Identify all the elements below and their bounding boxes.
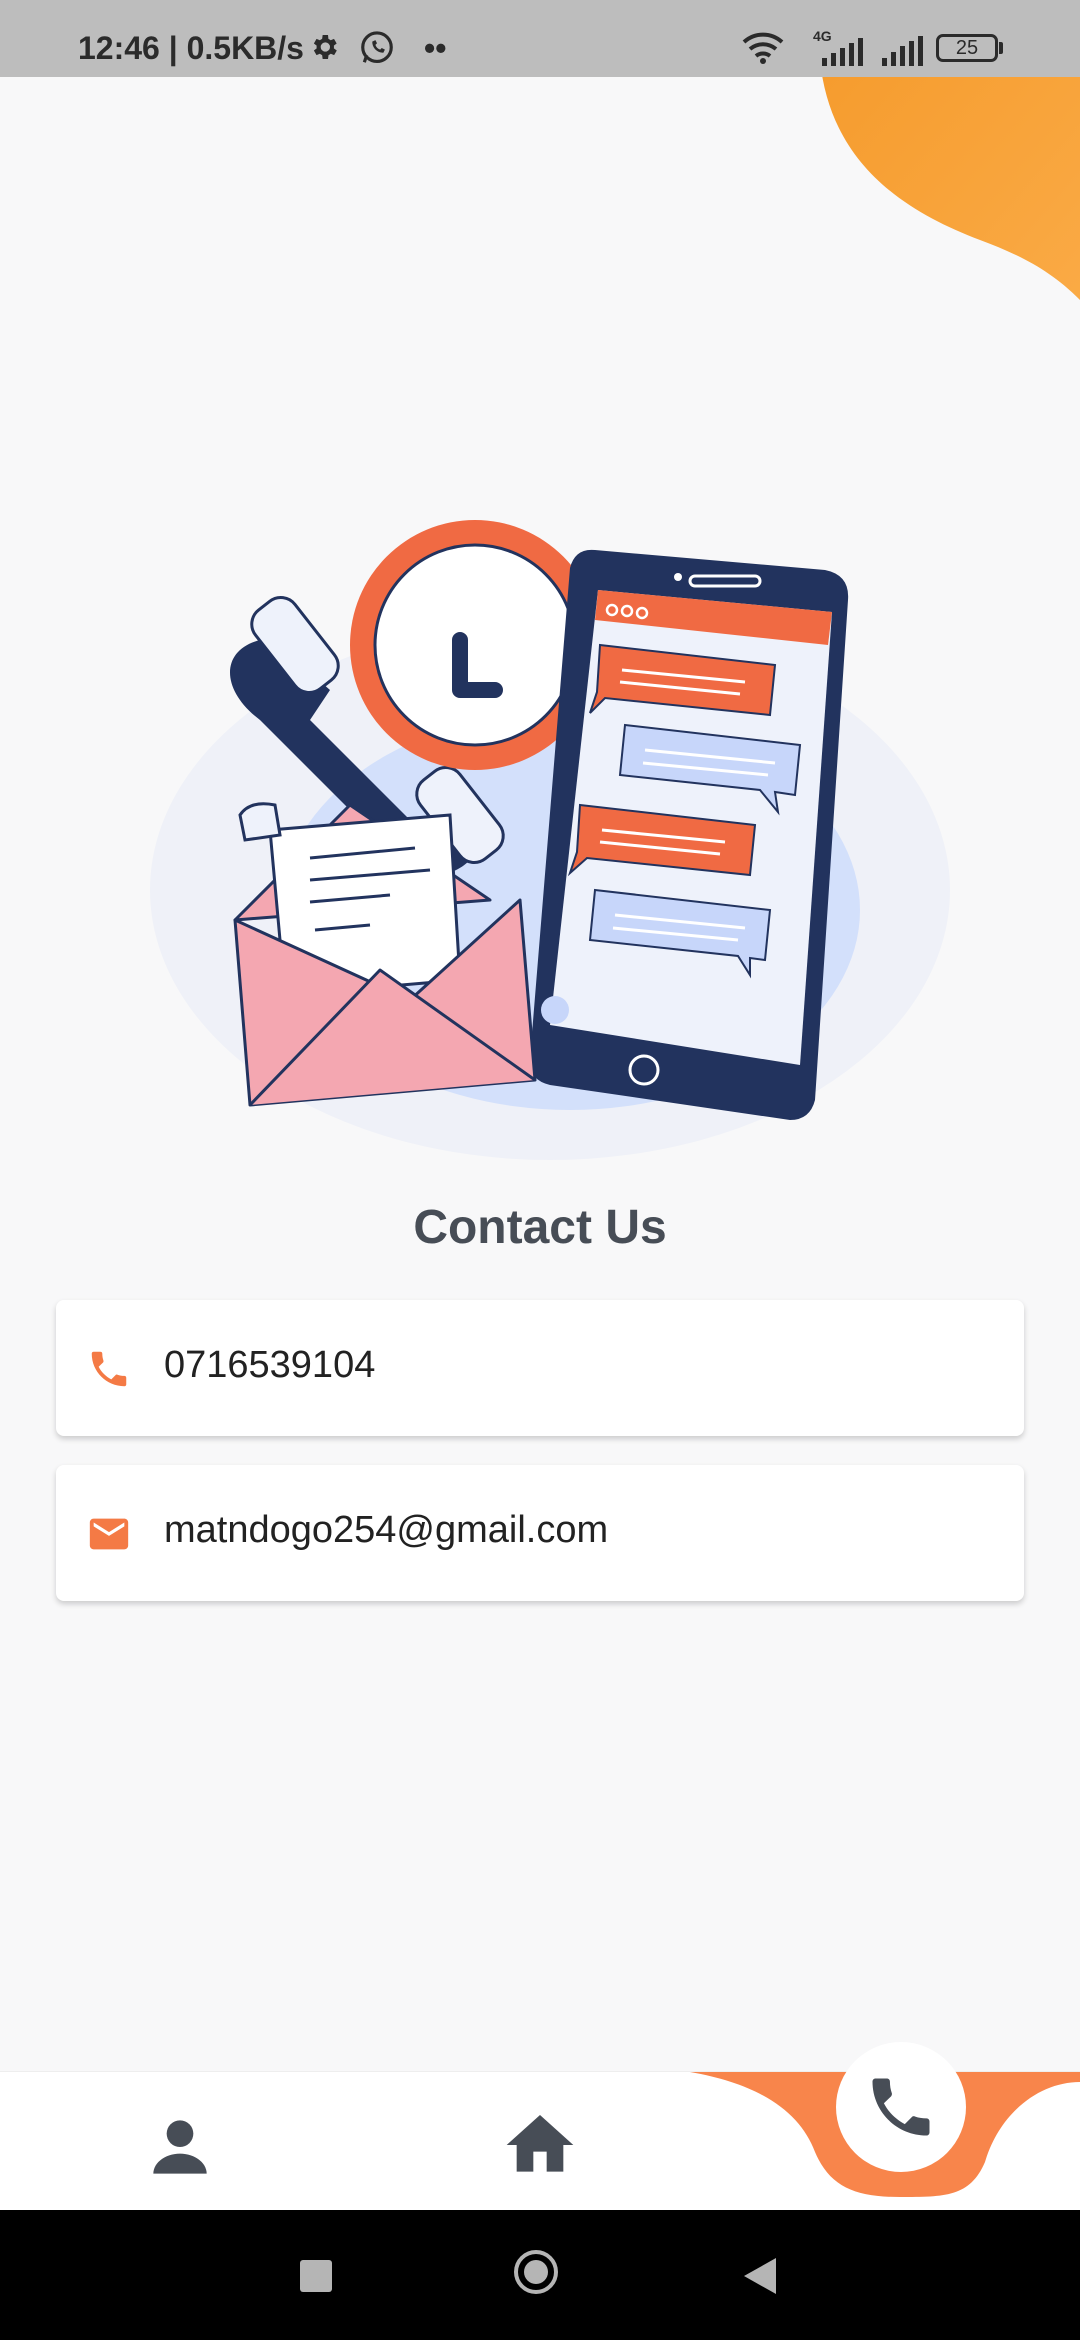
phone-icon — [872, 2078, 930, 2136]
battery-tip — [999, 42, 1003, 54]
email-contact-card[interactable]: matndogo254@gmail.com — [56, 1465, 1024, 1601]
phone-number: 0716539104 — [164, 1344, 376, 1386]
system-navigation-bar — [0, 2210, 1080, 2340]
settings-gear-icon — [313, 35, 337, 59]
nav-home-button[interactable] — [500, 2105, 580, 2185]
wifi-icon — [742, 32, 784, 64]
contact-illustration — [150, 520, 950, 1160]
email-address: matndogo254@gmail.com — [164, 1509, 609, 1551]
battery-icon: 25 — [936, 34, 998, 62]
signal-strength-icon — [822, 38, 863, 66]
page-title: Contact Us — [413, 1201, 667, 1254]
recents-button[interactable] — [300, 2260, 332, 2292]
signal-strength-icon-2 — [882, 36, 923, 66]
home-icon — [506, 2115, 574, 2172]
phone-contact-card[interactable]: 0716539104 — [56, 1300, 1024, 1436]
nav-contact-button[interactable] — [836, 2042, 966, 2172]
whatsapp-icon — [361, 31, 393, 64]
home-system-inner — [524, 2260, 548, 2284]
home-system-button[interactable] — [514, 2250, 558, 2294]
status-bar: 12:46 | 0.5KB/s •• 4G 25 — [0, 0, 1080, 77]
person-icon — [153, 2120, 207, 2174]
nav-profile-button[interactable] — [140, 2107, 220, 2187]
bottom-navigation — [0, 2042, 1080, 2211]
smartphone-icon — [529, 549, 849, 1120]
phone-icon — [91, 1351, 127, 1387]
back-button[interactable] — [742, 2256, 778, 2296]
status-time-speed: 12:46 | 0.5KB/s — [78, 30, 304, 66]
email-icon — [89, 1518, 129, 1550]
notification-dots: •• — [424, 30, 447, 66]
